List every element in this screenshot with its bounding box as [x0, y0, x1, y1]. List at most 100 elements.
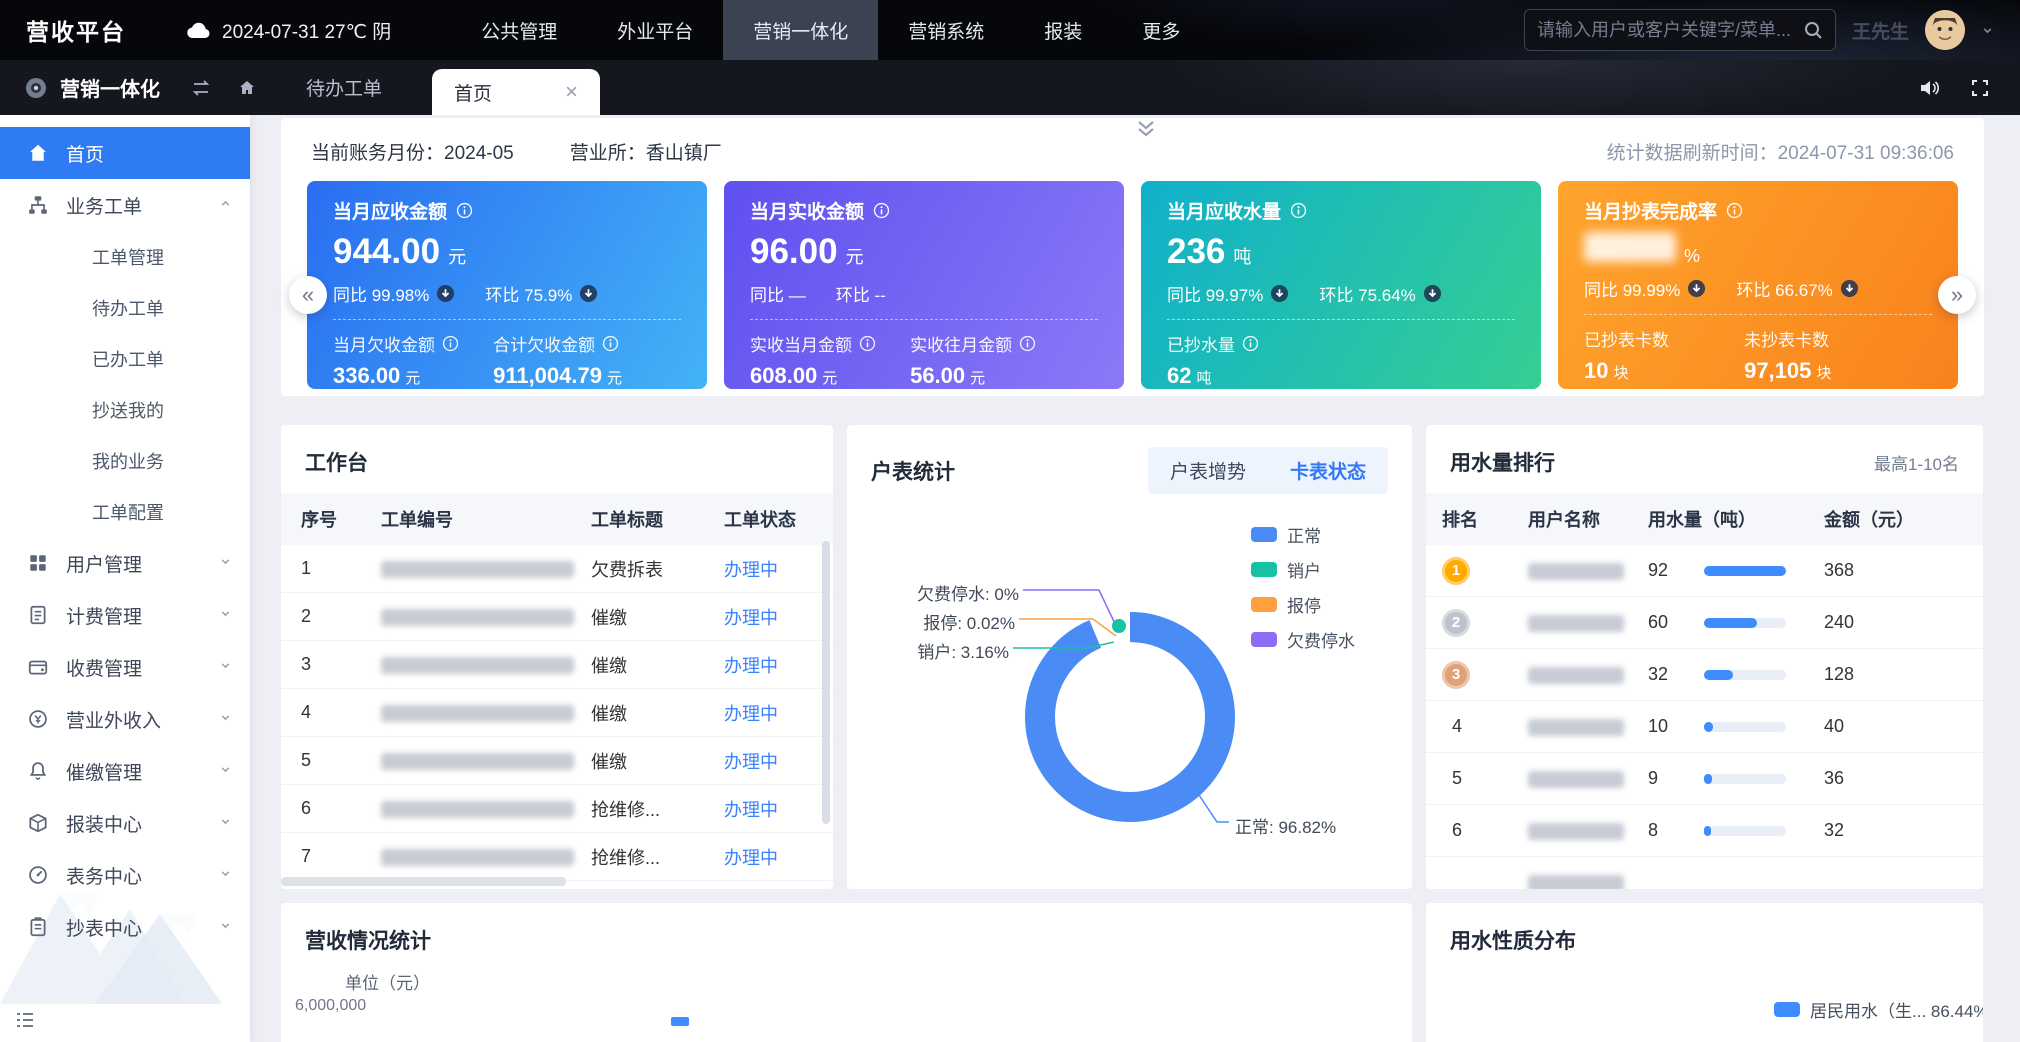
- sidebar-item[interactable]: 抄表中心: [0, 901, 250, 953]
- legend-item[interactable]: 欠费停水: [1251, 622, 1355, 657]
- rank-cell: 6: [1442, 820, 1528, 841]
- topnav-item[interactable]: 营销系统: [878, 0, 1014, 60]
- nature-legend-item[interactable]: 居民用水（生... 86.44%: [1774, 997, 1983, 1022]
- home-icon[interactable]: [224, 78, 270, 98]
- leader-line: [1019, 619, 1116, 636]
- meter-stats-title: 户表统计: [871, 456, 955, 486]
- tab-item[interactable]: 待办工单: [278, 60, 410, 115]
- billing-icon: [26, 603, 50, 627]
- bar-series-marker: [671, 1017, 689, 1026]
- sidebar-subitem[interactable]: 已办工单: [0, 333, 250, 384]
- table-row[interactable]: 1欠费拆表办理中: [281, 545, 833, 593]
- order-no-redacted: [381, 558, 591, 579]
- user-name-redacted: [1528, 768, 1648, 789]
- sidebar-item[interactable]: 用户管理: [0, 537, 250, 589]
- ratio-metric: 同比 —: [750, 281, 806, 306]
- users-icon: [26, 551, 50, 575]
- table-row[interactable]: 6抢维修...办理中: [281, 785, 833, 833]
- rank-cell: 5: [1442, 768, 1528, 789]
- stat-cards: 当月应收金额944.00元同比 99.98%环比 75.9%当月欠收金额336.…: [281, 165, 1984, 389]
- column-header: 工单标题: [591, 506, 724, 532]
- user-name-redacted: [1528, 664, 1648, 685]
- footer-metric-label: 合计欠收金额: [493, 331, 653, 356]
- carousel-prev-button[interactable]: «: [289, 276, 327, 314]
- ranking-row[interactable]: 260240: [1426, 597, 1983, 649]
- sidebar-item[interactable]: 表务中心: [0, 849, 250, 901]
- global-search[interactable]: [1524, 9, 1836, 51]
- order-no-redacted: [381, 606, 591, 627]
- table-row[interactable]: 4催缴办理中: [281, 689, 833, 737]
- sidebar-item[interactable]: 计费管理: [0, 589, 250, 641]
- topnav-item[interactable]: 外业平台: [587, 0, 723, 60]
- status-link[interactable]: 办理中: [724, 560, 778, 580]
- meter-tab[interactable]: 卡表状态: [1268, 447, 1388, 494]
- sidebar-item[interactable]: 收费管理: [0, 641, 250, 693]
- topnav-item[interactable]: 公共管理: [451, 0, 587, 60]
- table-row[interactable]: 3催缴办理中: [281, 641, 833, 689]
- ranking-row[interactable]: 192368: [1426, 545, 1983, 597]
- ranking-row[interactable]: 41040: [1426, 701, 1983, 753]
- sidebar-item[interactable]: 首页: [0, 127, 250, 179]
- topnav-item[interactable]: 更多: [1112, 0, 1210, 60]
- legend-item[interactable]: 报停: [1251, 587, 1355, 622]
- legend-item[interactable]: 正常: [1251, 517, 1355, 552]
- table-row[interactable]: 5催缴办理中: [281, 737, 833, 785]
- info-icon: [1290, 202, 1307, 219]
- sidebar-subitem[interactable]: 待办工单: [0, 282, 250, 333]
- topnav-item[interactable]: 营销一体化: [723, 0, 878, 60]
- sidebar-subitem[interactable]: 工单配置: [0, 486, 250, 537]
- topnav-item[interactable]: 报装: [1014, 0, 1112, 60]
- ranking-row[interactable]: 332128: [1426, 649, 1983, 701]
- chart-legend: 正常销户报停欠费停水: [1251, 517, 1355, 657]
- stat-card-title: 当月抄表完成率: [1584, 197, 1717, 224]
- sidebar-item[interactable]: 营业外收入: [0, 693, 250, 745]
- app-identity: 营销一体化: [0, 73, 178, 102]
- sidebar-subitem[interactable]: 我的业务: [0, 435, 250, 486]
- usage-value: 8: [1648, 820, 1704, 841]
- redacted-value: [1584, 232, 1676, 262]
- table-row[interactable]: 7抢维修...办理中: [281, 833, 833, 881]
- scrollbar-horizontal[interactable]: [281, 877, 566, 886]
- search-icon[interactable]: [1803, 20, 1823, 40]
- usage-bar: [1704, 826, 1786, 836]
- sidebar-subitem[interactable]: 抄送我的: [0, 384, 250, 435]
- close-icon[interactable]: ×: [565, 81, 578, 103]
- stat-card-footer: 当月欠收金额336.00元合计欠收金额911,004.79元: [333, 331, 681, 389]
- fullscreen-icon[interactable]: [1970, 78, 1990, 98]
- sidebar-item[interactable]: 催缴管理: [0, 745, 250, 797]
- ranking-row[interactable]: 5936: [1426, 753, 1983, 805]
- carousel-next-button[interactable]: »: [1938, 276, 1976, 314]
- sidebar-subitem[interactable]: 工单管理: [0, 231, 250, 282]
- footer-metric-value: 911,004.79元: [493, 363, 653, 389]
- sidebar-item[interactable]: 业务工单: [0, 179, 250, 231]
- status-link[interactable]: 办理中: [724, 704, 778, 724]
- table-row[interactable]: 2催缴办理中: [281, 593, 833, 641]
- sound-icon[interactable]: [1918, 78, 1940, 98]
- tab-active[interactable]: 首页×: [432, 69, 600, 115]
- avatar[interactable]: [1925, 10, 1965, 50]
- chevron-down-icon[interactable]: [1981, 24, 1994, 37]
- status-link[interactable]: 办理中: [724, 800, 778, 820]
- column-header: 序号: [301, 506, 381, 532]
- amount-value: 240: [1824, 612, 1967, 633]
- stat-card-value: %: [1584, 232, 1932, 267]
- status-link[interactable]: 办理中: [724, 608, 778, 628]
- status-link[interactable]: 办理中: [724, 848, 778, 868]
- meter-tab[interactable]: 户表增势: [1148, 447, 1268, 494]
- ratio-metric: 环比 --: [836, 281, 886, 306]
- status-link[interactable]: 办理中: [724, 752, 778, 772]
- ranking-row[interactable]: 6832: [1426, 805, 1983, 857]
- chart-annotation: 欠费停水: 0%: [881, 580, 1019, 605]
- swap-icon[interactable]: [178, 79, 224, 97]
- status-link[interactable]: 办理中: [724, 656, 778, 676]
- chevron-down-icon: [219, 552, 232, 574]
- chevron-down-icon: [219, 656, 232, 678]
- stat-card-ratios: 同比 99.98%环比 75.9%: [333, 281, 681, 306]
- legend-item[interactable]: 销户: [1251, 552, 1355, 587]
- scrollbar-vertical[interactable]: [822, 541, 830, 824]
- search-input[interactable]: [1537, 20, 1803, 41]
- footer-metric: 合计欠收金额 911,004.79元: [493, 331, 653, 389]
- menu-collapse-icon[interactable]: [14, 1010, 36, 1030]
- collapse-summary-button[interactable]: [1124, 118, 1168, 140]
- sidebar-item[interactable]: 报装中心: [0, 797, 250, 849]
